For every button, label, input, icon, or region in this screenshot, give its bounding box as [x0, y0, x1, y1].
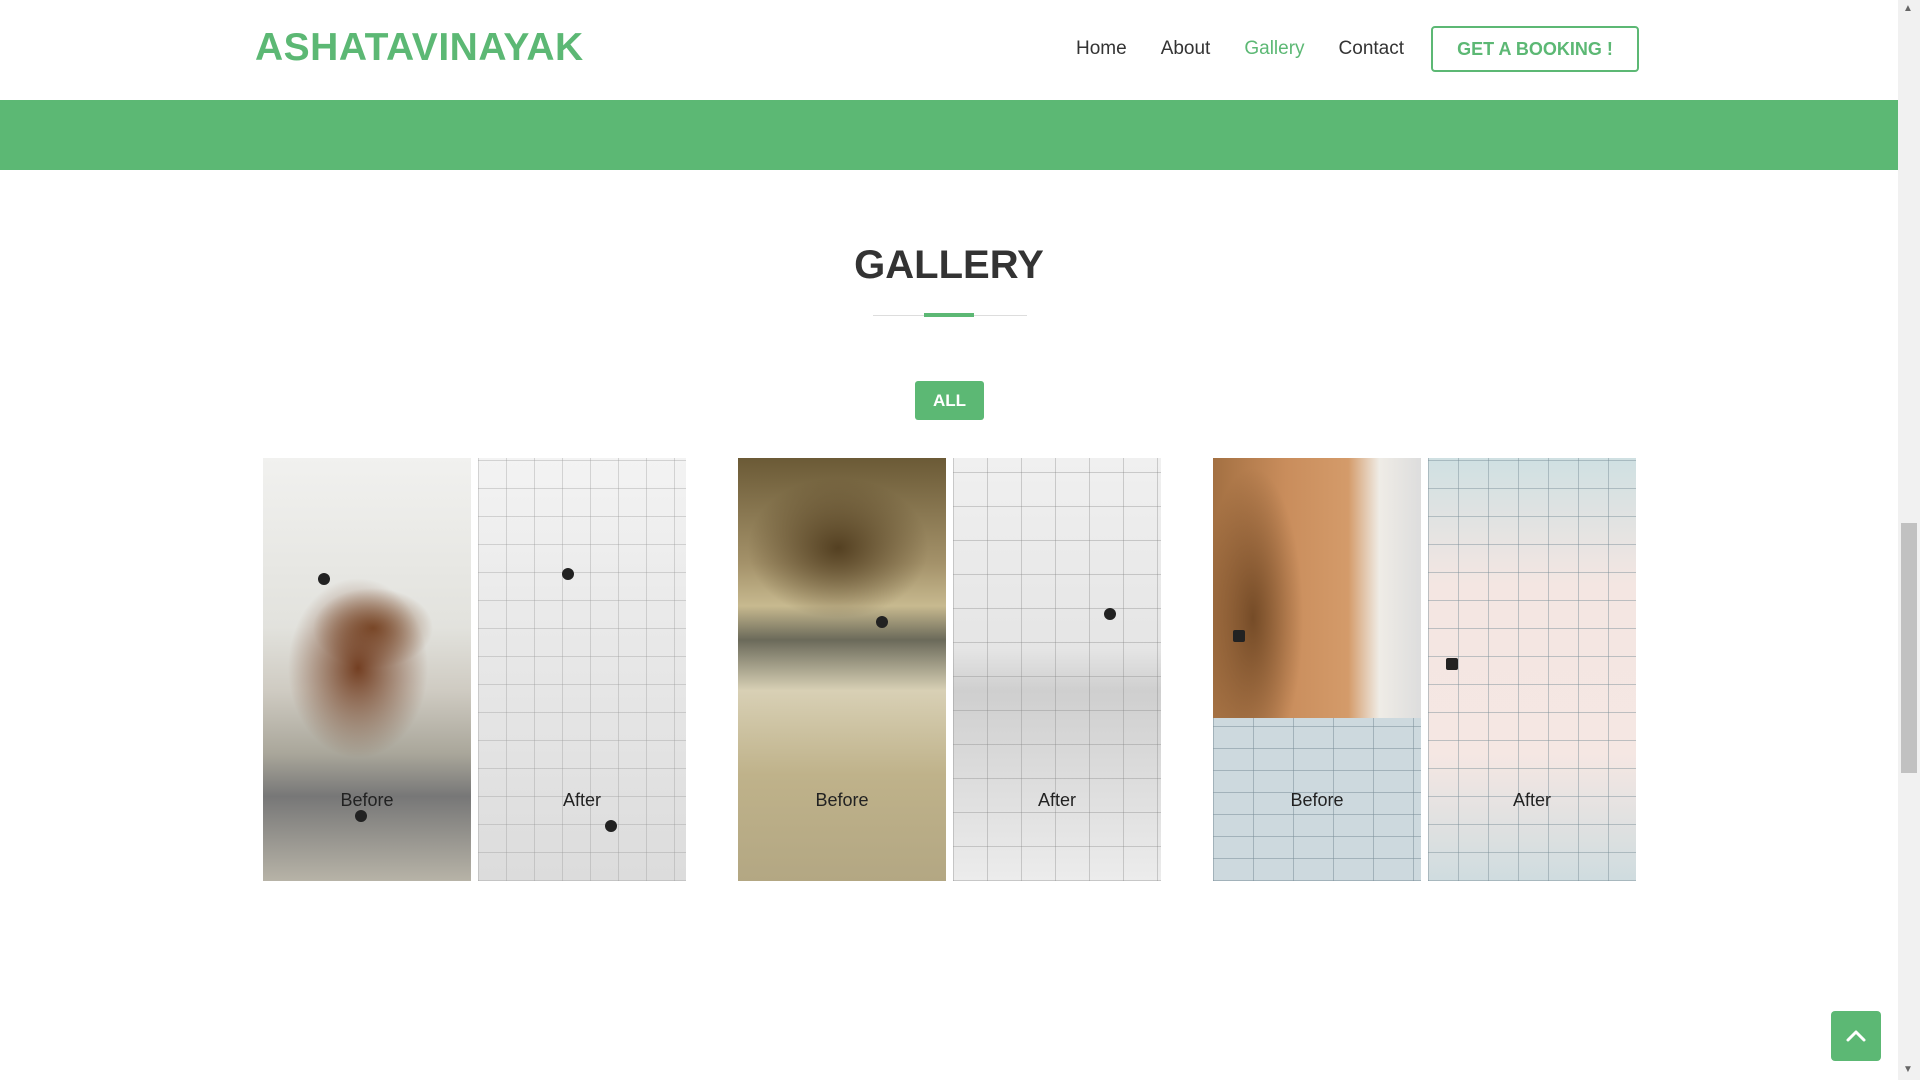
section-title: GALLERY: [854, 243, 1044, 287]
drain-hole: [1233, 630, 1245, 642]
before-image: Before: [738, 458, 946, 881]
title-divider-accent: [924, 313, 974, 317]
nav-home[interactable]: Home: [1076, 38, 1127, 60]
drain-hole: [355, 810, 367, 822]
scroll-top-button[interactable]: [1831, 1011, 1881, 1061]
before-label: Before: [340, 790, 394, 810]
nav-contact[interactable]: Contact: [1339, 38, 1404, 60]
scroll-up-arrow-icon[interactable]: ▲: [1903, 3, 1913, 14]
filter-all-button[interactable]: ALL: [915, 381, 984, 420]
nav-gallery[interactable]: Gallery: [1244, 38, 1304, 60]
scroll-down-arrow-icon[interactable]: ▼: [1903, 1064, 1913, 1075]
main-nav: Home About Gallery Contact: [1076, 38, 1438, 60]
after-label: After: [1037, 790, 1076, 810]
after-image: After: [953, 458, 1161, 881]
scrollbar-thumb[interactable]: [1901, 523, 1917, 773]
site-header: ASHATAVINAYAK Home About Gallery Contact…: [0, 0, 1898, 100]
site-logo[interactable]: ASHATAVINAYAK: [255, 26, 584, 70]
drain-hole: [605, 820, 617, 832]
drain-hole: [1104, 608, 1116, 620]
after-image: After: [478, 458, 686, 881]
nav-about[interactable]: About: [1161, 38, 1211, 60]
drain-hole: [876, 616, 888, 628]
after-image: After: [1428, 458, 1636, 881]
chevron-up-icon: [1846, 1030, 1866, 1042]
after-label: After: [1512, 790, 1551, 810]
before-label: Before: [815, 790, 869, 810]
gallery-item[interactable]: Before After: [1213, 458, 1636, 881]
before-label: Before: [1290, 790, 1344, 810]
after-label: After: [562, 790, 601, 810]
drain-hole: [562, 568, 574, 580]
gallery-item[interactable]: Before After: [263, 458, 686, 881]
page: ASHATAVINAYAK Home About Gallery Contact…: [0, 0, 1898, 1080]
green-banner: [0, 100, 1898, 170]
drain-hole: [318, 573, 330, 585]
gallery-item[interactable]: Before After: [738, 458, 1161, 881]
before-image: Before: [263, 458, 471, 881]
drain-hole: [1446, 658, 1458, 670]
get-booking-button[interactable]: GET A BOOKING !: [1431, 26, 1639, 72]
before-image: Before: [1213, 458, 1421, 881]
